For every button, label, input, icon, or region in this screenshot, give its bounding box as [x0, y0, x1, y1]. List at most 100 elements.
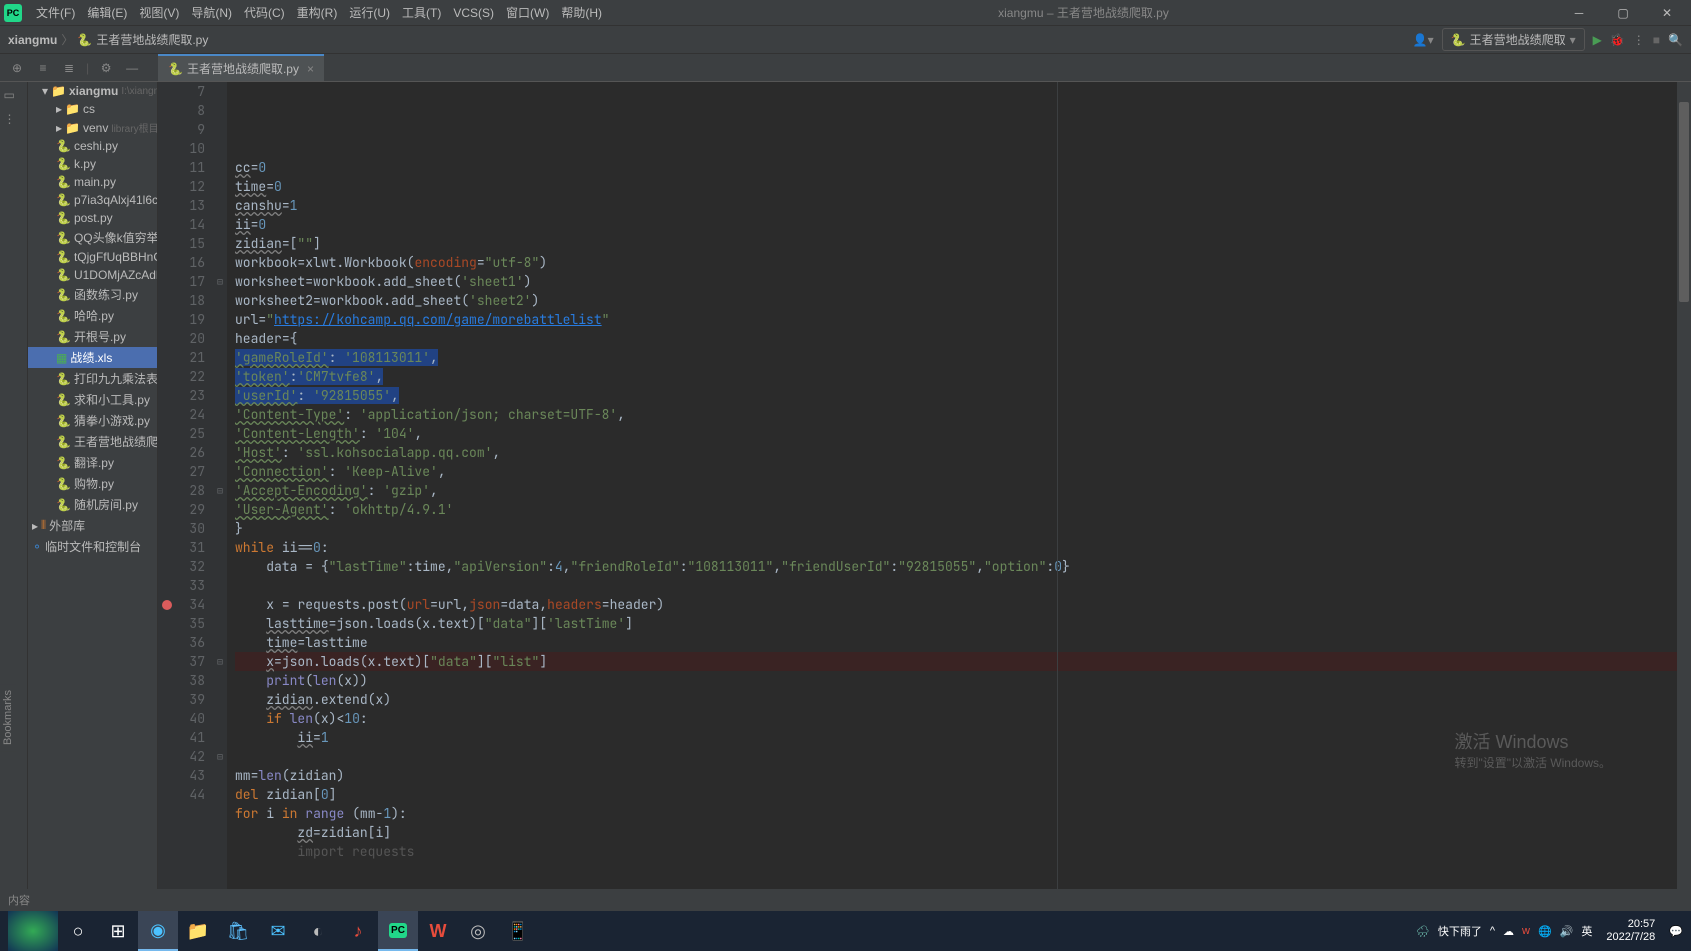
menu-window[interactable]: 窗口(W) [500, 4, 555, 21]
netease-music-icon[interactable]: ♪ [338, 911, 378, 951]
fold-indicator[interactable] [213, 329, 227, 348]
code-line[interactable]: worksheet=workbook.add_sheet('sheet1') [235, 272, 1691, 291]
bookmarks-tool-tab[interactable]: Bookmarks [0, 684, 16, 751]
fold-indicator[interactable] [213, 557, 227, 576]
volume-icon[interactable]: 🔊 [1560, 925, 1574, 938]
line-number[interactable]: 35 [158, 614, 205, 633]
tray-chevron-icon[interactable]: ^ [1490, 925, 1495, 937]
line-number[interactable]: 36 [158, 633, 205, 652]
code-line[interactable]: 'token':'CM7tvfe8', [235, 367, 1691, 386]
tree-item[interactable]: 🐍main.py [28, 173, 157, 191]
line-number[interactable]: 40 [158, 709, 205, 728]
run-configuration-selector[interactable]: 🐍 王者营地战绩爬取 ▾ [1442, 28, 1585, 51]
code-line[interactable]: 'Content-Length': '104', [235, 424, 1691, 443]
project-tool-icon[interactable]: ▭ [4, 88, 24, 108]
fold-indicator[interactable] [213, 139, 227, 158]
line-number[interactable]: 30 [158, 519, 205, 538]
line-number[interactable]: 18 [158, 291, 205, 310]
fold-indicator[interactable] [213, 82, 227, 101]
clock[interactable]: 20:57 2022/7/28 [1600, 918, 1661, 944]
code-line[interactable]: del zidian[0] [235, 785, 1691, 804]
run-button[interactable]: ▶ [1593, 33, 1602, 47]
fold-indicator[interactable] [213, 709, 227, 728]
tray-app-icon[interactable]: w [1522, 925, 1530, 937]
line-number[interactable]: 23 [158, 386, 205, 405]
line-number-gutter[interactable]: 7891011121314151617181920212223242526272… [158, 82, 213, 911]
line-number[interactable]: 33 [158, 576, 205, 595]
menu-code[interactable]: 代码(C) [238, 4, 291, 21]
weather-icon[interactable]: 🌧 [1416, 925, 1430, 938]
tree-item[interactable]: 🐍p7ia3qAlxj41l6c [28, 191, 157, 209]
line-number[interactable]: 15 [158, 234, 205, 253]
scrollbar[interactable] [1677, 82, 1691, 889]
code-line[interactable]: time=lasttime [235, 633, 1691, 652]
line-number[interactable]: 29 [158, 500, 205, 519]
fold-indicator[interactable] [213, 728, 227, 747]
fold-indicator[interactable] [213, 253, 227, 272]
fold-indicator[interactable] [213, 310, 227, 329]
line-number[interactable]: 26 [158, 443, 205, 462]
line-number[interactable]: 16 [158, 253, 205, 272]
code-line[interactable]: print(len(x)) [235, 671, 1691, 690]
fold-indicator[interactable] [213, 633, 227, 652]
fold-indicator[interactable] [213, 158, 227, 177]
fold-indicator[interactable] [213, 367, 227, 386]
menu-edit[interactable]: 编辑(E) [81, 4, 133, 21]
project-tree[interactable]: ▾ 📁 xiangmu I:\xiangmu ▸📁cs▸📁venvlibrary… [28, 82, 158, 911]
tree-scratches[interactable]: ⚬ 临时文件和控制台 [28, 536, 157, 557]
fold-indicator[interactable] [213, 196, 227, 215]
code-line[interactable]: 'User-Agent': 'okhttp/4.9.1' [235, 500, 1691, 519]
expand-all-icon[interactable]: ≡ [34, 59, 52, 77]
onedrive-icon[interactable]: ☁ [1503, 925, 1514, 938]
fold-indicator[interactable] [213, 766, 227, 785]
fold-indicator[interactable] [213, 177, 227, 196]
menu-help[interactable]: 帮助(H) [555, 4, 608, 21]
file-explorer-icon[interactable]: 📁 [178, 911, 218, 951]
fold-indicator[interactable] [213, 386, 227, 405]
line-number[interactable]: 21 [158, 348, 205, 367]
minimize-button[interactable]: ─ [1559, 0, 1599, 26]
line-number[interactable]: 22 [158, 367, 205, 386]
tree-item[interactable]: 🐍开根号.py [28, 326, 157, 347]
line-number[interactable]: 7 [158, 82, 205, 101]
line-number[interactable]: 12 [158, 177, 205, 196]
fold-indicator[interactable] [213, 785, 227, 804]
fold-indicator[interactable] [213, 443, 227, 462]
fold-indicator[interactable] [213, 348, 227, 367]
line-number[interactable]: 44 [158, 785, 205, 804]
close-button[interactable]: ✕ [1647, 0, 1687, 26]
scrollbar-thumb[interactable] [1679, 102, 1689, 302]
fold-indicator[interactable] [213, 215, 227, 234]
code-line[interactable]: header={ [235, 329, 1691, 348]
tree-item[interactable]: 🐍随机房间.py [28, 494, 157, 515]
line-number[interactable]: 38 [158, 671, 205, 690]
code-line[interactable]: lasttime=json.loads(x.text)["data"]['las… [235, 614, 1691, 633]
fold-indicator[interactable] [213, 519, 227, 538]
tree-external-libs[interactable]: ▸ ⫴ 外部库 [28, 515, 157, 536]
tree-item[interactable]: 🐍U1DOMjAZcAdl [28, 266, 157, 284]
tree-item[interactable]: 🐍翻译.py [28, 452, 157, 473]
store-icon[interactable]: 🛍 [218, 911, 258, 951]
edge-icon[interactable]: ◉ [138, 911, 178, 951]
hide-icon[interactable]: — [123, 59, 141, 77]
line-number[interactable]: 31 [158, 538, 205, 557]
line-number[interactable]: 24 [158, 405, 205, 424]
task-view-icon[interactable]: ⊞ [98, 911, 138, 951]
fold-indicator[interactable] [213, 538, 227, 557]
wallpaper-preview[interactable] [8, 911, 58, 951]
code-line[interactable]: data = {"lastTime":time,"apiVersion":4,"… [235, 557, 1691, 576]
line-number[interactable]: 10 [158, 139, 205, 158]
code-line[interactable]: } [235, 519, 1691, 538]
fold-indicator[interactable] [213, 234, 227, 253]
line-number[interactable]: 20 [158, 329, 205, 348]
fold-indicator[interactable] [213, 120, 227, 139]
tree-item[interactable]: 🐍ceshi.py [28, 137, 157, 155]
tree-item[interactable]: 🐍猜拳小游戏.py [28, 410, 157, 431]
code-line[interactable]: zidian.extend(x) [235, 690, 1691, 709]
fold-indicator[interactable] [213, 424, 227, 443]
fold-indicator[interactable] [213, 614, 227, 633]
fold-indicator[interactable] [213, 595, 227, 614]
fold-indicator[interactable]: ⊟ [213, 747, 227, 766]
search-icon[interactable]: 🔍 [1668, 33, 1683, 47]
close-tab-icon[interactable]: × [307, 62, 314, 76]
